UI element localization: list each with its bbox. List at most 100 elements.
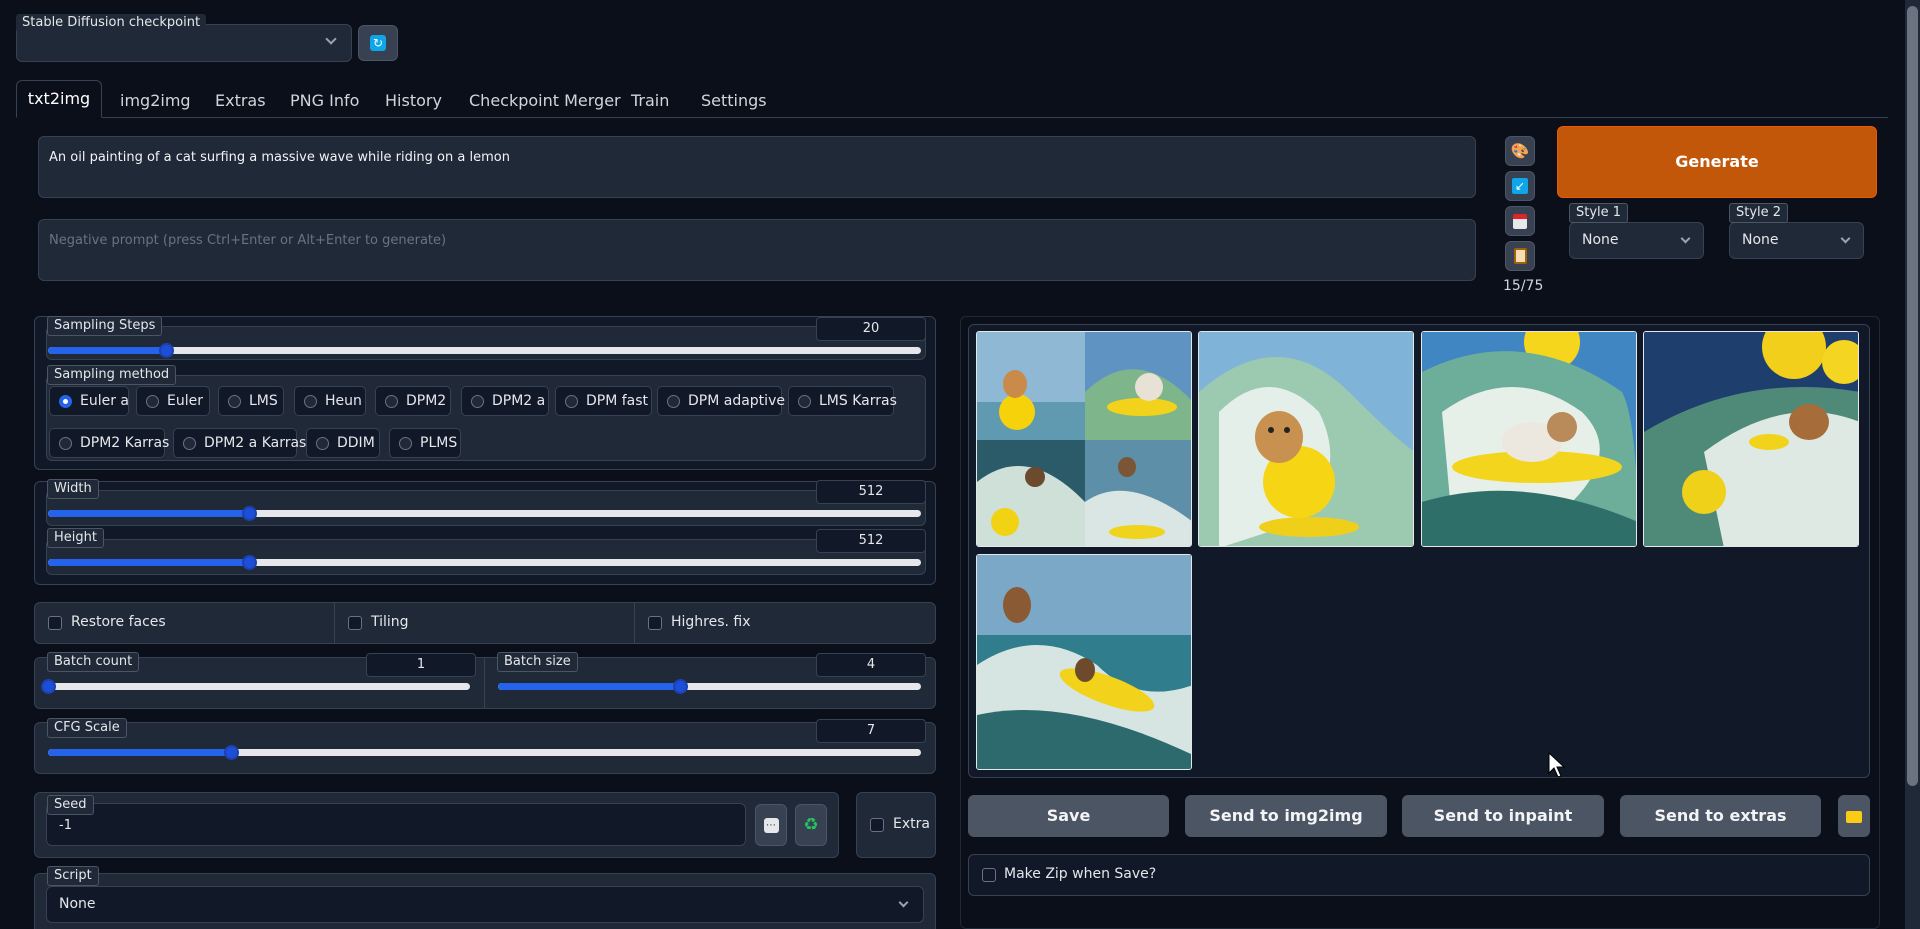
width-slider[interactable] [48,510,921,517]
radio-dot [59,395,72,408]
style2-value: None [1742,232,1779,248]
sampling-steps-input[interactable]: 20 [816,317,926,341]
radio-euler-a[interactable]: Euler a [49,386,129,416]
sampling-steps-thumb[interactable] [158,343,174,358]
options-row [34,602,936,644]
cfg-input[interactable]: 7 [816,719,926,743]
batch-count-input[interactable]: 1 [366,653,476,677]
radio-dpm2[interactable]: DPM2 [375,386,451,416]
negative-prompt-input[interactable]: Negative prompt (press Ctrl+Enter or Alt… [38,219,1476,281]
radio-dot [565,395,578,408]
random-seed-button[interactable]: ⋯ [755,804,787,846]
save-style-button[interactable] [1505,206,1535,236]
prompt-text: An oil painting of a cat surfing a massi… [49,150,510,165]
seed-input[interactable]: -1 [46,803,746,846]
tab-extras[interactable]: Extras [215,85,266,117]
sampling-steps-box [46,326,926,360]
seed-value: -1 [59,818,72,833]
radio-euler[interactable]: Euler [136,386,210,416]
slider-fill [48,559,249,566]
gallery-image-1[interactable] [1198,331,1414,547]
highres-fix-checkbox[interactable] [648,616,662,630]
save-button[interactable]: Save [968,795,1169,837]
radio-label: DPM adaptive [688,393,785,409]
tab-img2img[interactable]: img2img [120,85,191,117]
restore-faces-label: Restore faces [71,614,166,630]
restore-faces-checkbox[interactable] [48,616,62,630]
refresh-checkpoint-button[interactable]: ↻ [358,25,398,61]
dice-icon: ⋯ [763,817,779,833]
chevron-down-icon [1680,233,1691,244]
batch-count-thumb[interactable] [41,679,56,694]
script-dropdown[interactable]: None [46,886,924,923]
radio-dot [798,395,811,408]
height-slider[interactable] [48,559,921,566]
cat-lemon-image [977,555,1191,769]
scrollbar-thumb[interactable] [1907,6,1918,786]
radio-label: Euler [167,393,203,409]
radio-dpm2-a-karras[interactable]: DPM2 a Karras [173,428,306,458]
send-to-img2img-button[interactable]: Send to img2img [1185,795,1387,837]
paste-button[interactable] [1505,241,1535,271]
tab-txt2img[interactable]: txt2img [16,80,102,118]
cat-lemon-image [1199,332,1413,546]
tab-png-info[interactable]: PNG Info [290,85,359,117]
radio-ddim[interactable]: DDIM [306,428,380,458]
radio-label: DPM2 a [492,393,546,409]
radio-label: DPM2 Karras [80,435,170,451]
width-box [46,490,926,526]
height-input[interactable]: 512 [816,529,926,553]
radio-dot [183,437,196,450]
slider-fill [498,683,680,690]
tab-checkpoint-merger[interactable]: Checkpoint Merger [469,85,621,117]
reuse-seed-button[interactable]: ♻ [795,804,827,846]
send-to-extras-button[interactable]: Send to extras [1620,795,1821,837]
prompt-input[interactable]: An oil painting of a cat surfing a massi… [38,136,1476,198]
sampling-steps-slider[interactable] [48,347,921,354]
generate-button[interactable]: Generate [1557,126,1877,198]
chevron-down-icon [1840,233,1851,244]
batch-size-label: Batch size [497,652,578,672]
open-folder-button[interactable] [1838,795,1870,837]
style1-value: None [1582,232,1619,248]
extra-checkbox[interactable] [870,818,884,832]
batch-size-slider[interactable] [498,683,921,690]
width-thumb[interactable] [241,506,257,521]
style1-dropdown[interactable]: None [1569,222,1704,259]
gallery-image-4[interactable] [976,554,1192,770]
radio-dpm-fast[interactable]: DPM fast [555,386,652,416]
make-zip-checkbox[interactable] [982,868,996,882]
radio-lms[interactable]: LMS [218,386,284,416]
height-thumb[interactable] [241,555,257,570]
width-input[interactable]: 512 [816,480,926,504]
radio-heun[interactable]: Heun [294,386,366,416]
radio-label: Heun [325,393,362,409]
mouse-cursor-icon [1548,752,1566,778]
gallery-image-3[interactable] [1643,331,1859,547]
apply-styles-button[interactable]: ↙ [1505,171,1535,201]
radio-dpm-adaptive[interactable]: DPM adaptive [657,386,785,416]
radio-plms[interactable]: PLMS [389,428,461,458]
batch-size-input[interactable]: 4 [816,653,926,677]
radio-lms-karras[interactable]: LMS Karras [788,386,897,416]
radio-dot [471,395,484,408]
cfg-slider[interactable] [48,749,921,756]
radio-dpm2-a[interactable]: DPM2 a [461,386,549,416]
radio-dpm2-karras[interactable]: DPM2 Karras [49,428,169,458]
send-to-inpaint-button[interactable]: Send to inpaint [1402,795,1604,837]
batch-count-slider[interactable] [48,683,470,690]
gallery-image-2[interactable] [1421,331,1637,547]
negative-prompt-placeholder: Negative prompt (press Ctrl+Enter or Alt… [49,233,447,248]
radio-label: LMS Karras [819,393,897,409]
interrogate-button[interactable]: 🎨 [1505,136,1535,166]
gallery-image-grid[interactable] [976,331,1192,547]
tiling-checkbox[interactable] [348,616,362,630]
style2-dropdown[interactable]: None [1729,222,1864,259]
tab-train[interactable]: Train [631,85,669,117]
batch-size-thumb[interactable] [672,679,688,694]
sampling-method-label: Sampling method [47,365,177,385]
recycle-icon: ♻ [803,815,819,835]
checkpoint-label: Stable Diffusion checkpoint [16,14,207,32]
tab-settings[interactable]: Settings [701,85,767,117]
tab-history[interactable]: History [385,85,442,117]
